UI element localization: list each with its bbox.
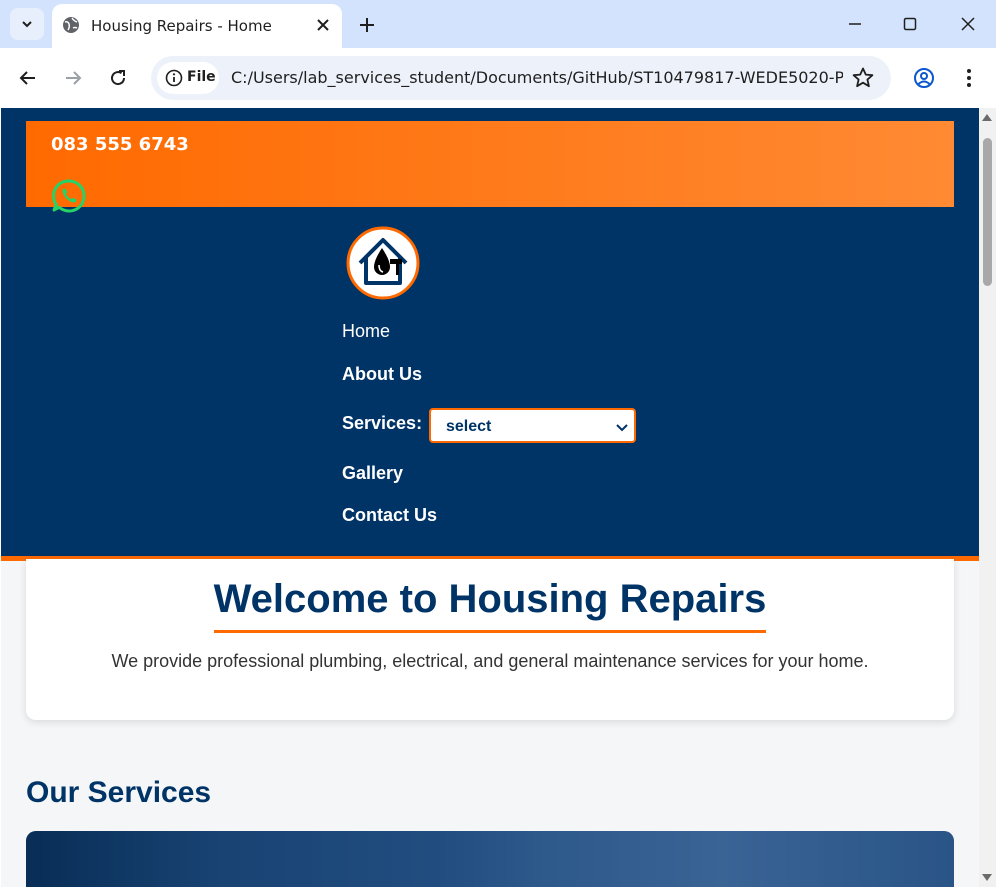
chevron-down-icon <box>616 424 628 432</box>
address-bar[interactable]: File C:/Users/lab_services_student/Docum… <box>151 56 891 100</box>
close-icon <box>317 19 329 31</box>
reload-button[interactable] <box>102 62 134 94</box>
services-image-overlay <box>26 831 954 887</box>
profile-button[interactable] <box>908 62 940 94</box>
tab-search-button[interactable] <box>10 8 44 40</box>
profile-icon <box>914 68 934 88</box>
browser-tab-bar: Housing Repairs - Home <box>0 0 996 48</box>
url-scheme-label: File <box>187 69 216 85</box>
nav-home[interactable]: Home <box>342 321 390 342</box>
nav-services-label: Services: <box>342 413 423 433</box>
scroll-up-arrow[interactable] <box>982 114 992 121</box>
maximize-icon <box>903 17 917 31</box>
reload-icon <box>111 70 126 86</box>
star-icon[interactable] <box>851 66 875 90</box>
browser-tab-active[interactable]: Housing Repairs - Home <box>52 4 342 48</box>
plus-icon <box>360 18 374 32</box>
tab-title: Housing Repairs - Home <box>91 17 272 35</box>
welcome-heading: Welcome to Housing Repairs <box>213 577 767 621</box>
scroll-down-arrow[interactable] <box>982 874 992 881</box>
minimize-button[interactable] <box>840 10 870 38</box>
browser-toolbar: File C:/Users/lab_services_student/Docum… <box>0 48 996 108</box>
logo[interactable] <box>346 226 420 300</box>
contact-bar: 083 555 6743 <box>26 121 954 213</box>
info-icon <box>165 69 183 87</box>
more-vert-icon <box>967 69 971 87</box>
welcome-section: Welcome to Housing Repairs We provide pr… <box>26 559 954 720</box>
back-arrow-icon <box>19 71 35 85</box>
forward-arrow-icon <box>66 71 82 85</box>
heading-underline <box>214 630 766 633</box>
phone-number[interactable]: 083 555 6743 <box>51 134 189 155</box>
services-image <box>26 831 954 887</box>
maximize-button[interactable] <box>895 10 925 38</box>
globe-icon <box>63 17 79 33</box>
nav-about-us[interactable]: About Us <box>342 364 422 385</box>
page-scrollbar[interactable] <box>979 108 996 887</box>
site-header: 083 555 6743 Home About Us Services: sel… <box>1 108 979 561</box>
services-select[interactable]: select <box>429 408 636 443</box>
whatsapp-icon[interactable] <box>51 178 87 214</box>
forward-button[interactable] <box>57 62 89 94</box>
window-close-button[interactable] <box>953 10 983 38</box>
back-button[interactable] <box>12 62 44 94</box>
url-text[interactable]: C:/Users/lab_services_student/Documents/… <box>231 68 843 87</box>
scrollbar-thumb[interactable] <box>983 138 992 286</box>
more-menu-button[interactable] <box>953 62 985 94</box>
services-select-value: select <box>446 418 492 435</box>
site-info-chip[interactable]: File <box>157 62 219 94</box>
nav-gallery[interactable]: Gallery <box>342 463 403 484</box>
minimize-icon <box>849 23 861 25</box>
page-viewport: 083 555 6743 Home About Us Services: sel… <box>1 108 979 887</box>
new-tab-button[interactable] <box>354 12 380 38</box>
welcome-text: We provide professional plumbing, electr… <box>111 651 869 671</box>
tab-search-icon <box>22 21 32 28</box>
nav-contact-us[interactable]: Contact Us <box>342 505 437 526</box>
tab-close-button[interactable] <box>312 14 334 36</box>
services-heading: Our Services <box>26 776 212 809</box>
window-close-icon <box>961 17 975 31</box>
